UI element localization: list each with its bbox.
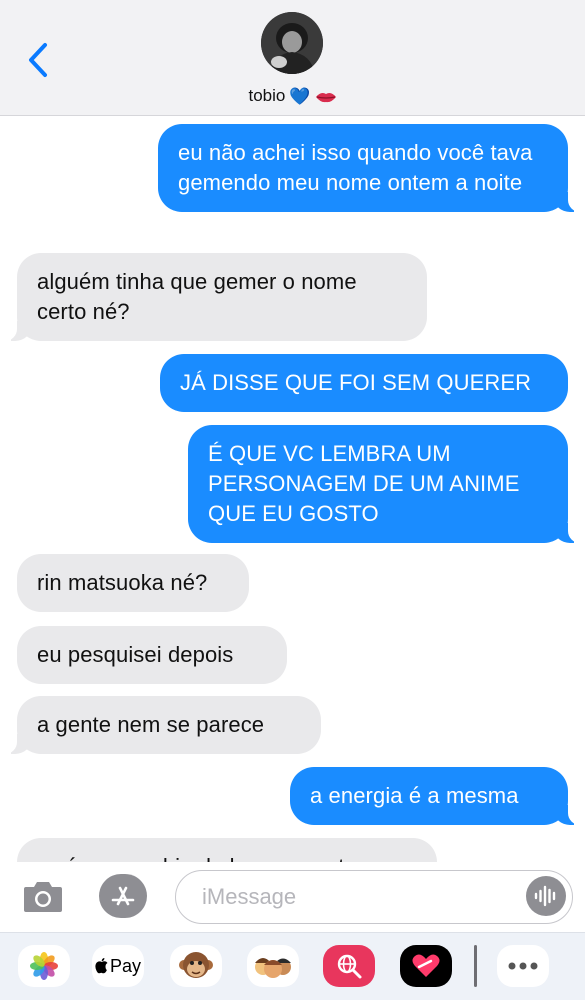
contact-avatar[interactable]: [261, 12, 323, 74]
message-list[interactable]: eu não achei isso quando você tava gemen…: [0, 116, 585, 862]
memoji-stickers-button[interactable]: [247, 945, 299, 987]
imessage-placeholder: iMessage: [202, 884, 297, 909]
message-bubble-incoming[interactable]: rin matsuoka né?: [17, 554, 249, 612]
message-text: eu não achei isso quando você tava gemen…: [178, 140, 533, 195]
photos-app-button[interactable]: [18, 945, 70, 987]
message-bubble-outgoing[interactable]: a energia é a mesma: [290, 767, 582, 825]
contact-name-row[interactable]: tobio 💙: [0, 84, 585, 108]
search-images-button[interactable]: [323, 945, 375, 987]
contact-name: tobio: [248, 86, 286, 105]
waveform-icon: [534, 885, 556, 907]
message-bubble-incoming[interactable]: eu pesquisei depois: [17, 626, 287, 684]
globe-search-icon: [337, 954, 362, 979]
blue-heart-icon: 💙: [289, 86, 311, 106]
app-store-icon: [111, 886, 135, 906]
message-text: rin matsuoka né?: [37, 570, 208, 595]
message-text: eu pesquisei depois: [37, 642, 234, 667]
drawer-divider: [474, 945, 477, 987]
ellipsis-icon: [508, 962, 538, 970]
photos-icon: [30, 952, 58, 980]
digital-touch-button[interactable]: [400, 945, 452, 987]
camera-icon: [24, 882, 62, 912]
message-bubble-outgoing[interactable]: eu não achei isso quando você tava gemen…: [158, 124, 582, 212]
imessage-input[interactable]: iMessage: [175, 870, 573, 924]
more-apps-button[interactable]: [497, 945, 549, 987]
message-text: JÁ DISSE QUE FOI SEM QUERER: [180, 370, 532, 395]
memoji-icon: [255, 958, 291, 978]
chevron-left-icon: [29, 43, 47, 77]
message-bubble-outgoing[interactable]: É QUE VC LEMBRA UM PERSONAGEM DE UM ANIM…: [188, 425, 582, 543]
app-store-button[interactable]: [99, 874, 147, 918]
message-text: É QUE VC LEMBRA UM PERSONAGEM DE UM ANIM…: [208, 441, 520, 526]
message-bubble-incoming[interactable]: vc é companhia de luz pra gostar: [17, 838, 437, 862]
compose-bar: iMessage: [0, 862, 585, 932]
apple-pay-label: Pay: [109, 955, 142, 976]
back-button[interactable]: [18, 38, 58, 82]
conversation-header: tobio 💙: [0, 0, 585, 116]
apple-logo-icon: [95, 958, 108, 974]
message-text: a energia é a mesma: [310, 783, 519, 808]
audio-message-button[interactable]: [526, 876, 566, 916]
message-bubble-outgoing[interactable]: JÁ DISSE QUE FOI SEM QUERER: [160, 354, 568, 412]
message-text: alguém tinha que gemer o nome certo né?: [37, 269, 357, 324]
lips-icon: [315, 90, 337, 103]
heart-touch-icon: [412, 954, 440, 977]
camera-button[interactable]: [22, 877, 64, 915]
apple-pay-button[interactable]: Pay: [92, 945, 144, 987]
monkey-icon: [179, 952, 213, 978]
message-bubble-incoming[interactable]: a gente nem se parece: [3, 696, 321, 754]
message-bubble-incoming[interactable]: alguém tinha que gemer o nome certo né?: [3, 253, 427, 341]
avatar-image: [261, 12, 323, 74]
app-drawer: Pay: [0, 932, 585, 1000]
message-text: vc é companhia de luz pra gostar: [37, 854, 364, 862]
message-text: a gente nem se parece: [37, 712, 265, 737]
memoji-monkey-button[interactable]: [170, 945, 222, 987]
